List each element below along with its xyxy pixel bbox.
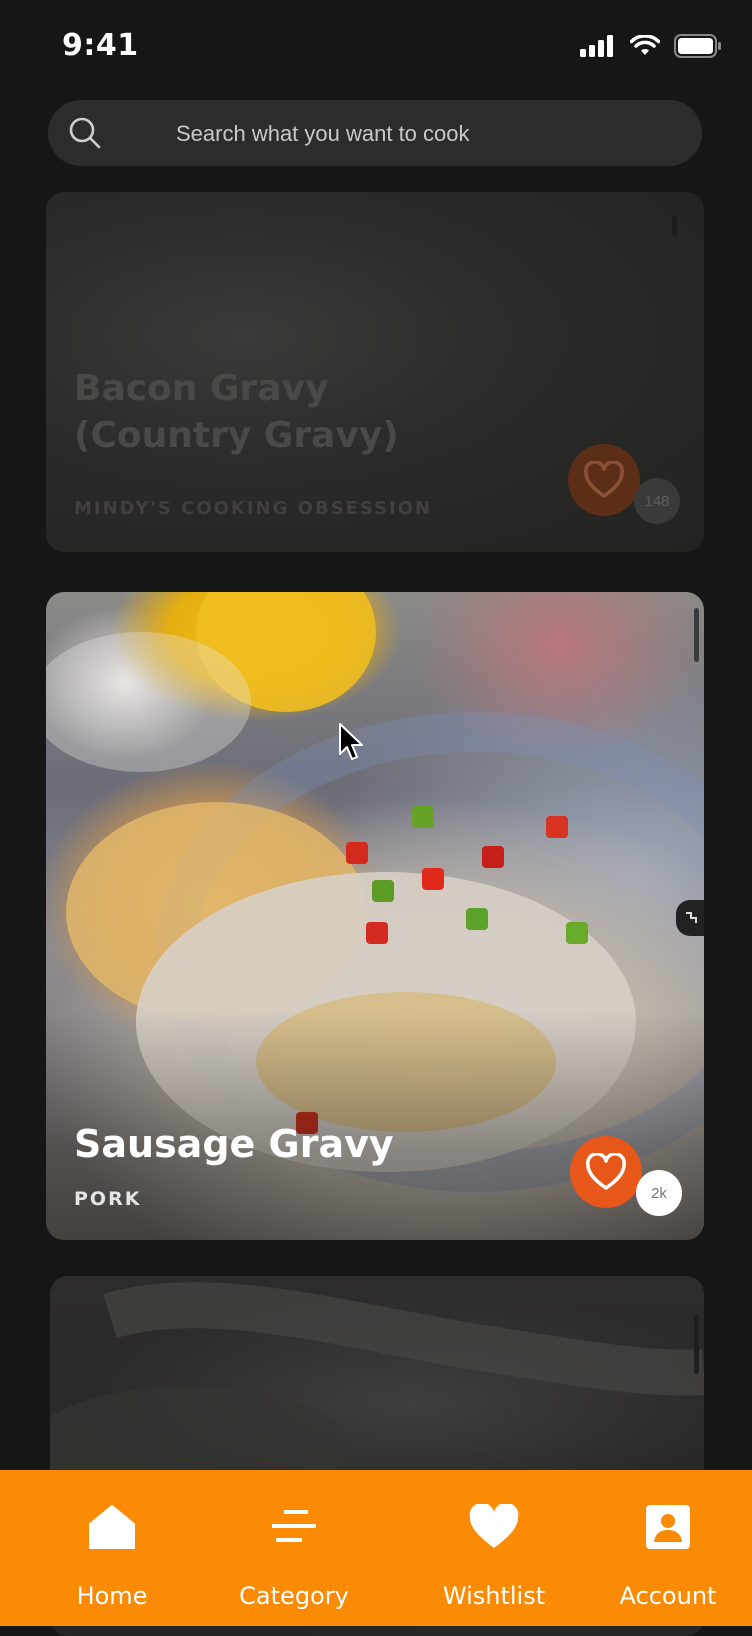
heart-outline-icon xyxy=(586,1153,626,1190)
expand-icon[interactable] xyxy=(676,900,704,936)
pepper-garnish xyxy=(412,806,434,828)
pepper-garnish xyxy=(566,922,588,944)
pepper-garnish xyxy=(366,922,388,944)
nav-item-home[interactable]: Home xyxy=(32,1470,192,1626)
heart-icon xyxy=(469,1504,519,1548)
status-time: 9:41 xyxy=(62,28,139,63)
nav-item-category[interactable]: Category xyxy=(214,1470,374,1626)
wifi-icon xyxy=(630,35,660,55)
mouse-cursor-icon xyxy=(339,723,363,760)
recipe-category: PORK xyxy=(74,1188,142,1210)
pepper-garnish xyxy=(546,816,568,838)
like-button[interactable] xyxy=(568,444,640,516)
recipe-source: MINDY'S COOKING OBSESSION xyxy=(74,498,433,519)
like-count: 148 xyxy=(634,478,680,524)
recipe-title: Sausage Gravy xyxy=(74,1122,394,1166)
battery-icon xyxy=(674,34,721,58)
pepper-garnish xyxy=(482,846,504,868)
heart-outline-icon xyxy=(584,461,624,498)
scroll-indicator[interactable] xyxy=(694,1314,699,1374)
nav-label: Category xyxy=(239,1582,349,1610)
nav-item-account[interactable]: Account xyxy=(588,1470,748,1626)
status-icons xyxy=(580,34,722,58)
search-icon xyxy=(69,117,101,149)
nav-label: Account xyxy=(619,1582,717,1610)
account-icon xyxy=(646,1505,690,1549)
recipe-title: Bacon Gravy (Country Gravy) xyxy=(74,366,399,460)
signal-icon xyxy=(580,35,613,57)
like-count: 2k xyxy=(636,1170,682,1216)
pepper-garnish xyxy=(372,880,394,902)
nav-label: Home xyxy=(76,1582,148,1610)
category-icon xyxy=(272,1510,316,1542)
pepper-garnish xyxy=(466,908,488,930)
recipe-title-line2: (Country Gravy) xyxy=(74,414,399,456)
pepper-garnish xyxy=(422,868,444,890)
recipe-title-line1: Bacon Gravy xyxy=(74,368,329,409)
recipe-card[interactable]: Sausage Gravy PORK 2k xyxy=(46,592,704,1240)
search-bar[interactable] xyxy=(48,100,702,168)
like-button[interactable] xyxy=(570,1136,642,1208)
bottom-nav: Home Category Wishtlist Account xyxy=(0,1470,752,1626)
nav-item-wishlist[interactable]: Wishtlist xyxy=(414,1470,574,1626)
scroll-indicator[interactable] xyxy=(694,608,699,662)
scroll-indicator[interactable] xyxy=(672,216,677,236)
recipe-card[interactable]: Bacon Gravy (Country Gravy) MINDY'S COOK… xyxy=(46,192,704,552)
home-icon xyxy=(89,1505,135,1549)
bowl-decoration xyxy=(50,1282,704,1476)
search-input[interactable] xyxy=(174,100,678,168)
pepper-garnish xyxy=(346,842,368,864)
nav-label: Wishtlist xyxy=(442,1582,546,1610)
status-bar: 9:41 xyxy=(0,0,752,92)
